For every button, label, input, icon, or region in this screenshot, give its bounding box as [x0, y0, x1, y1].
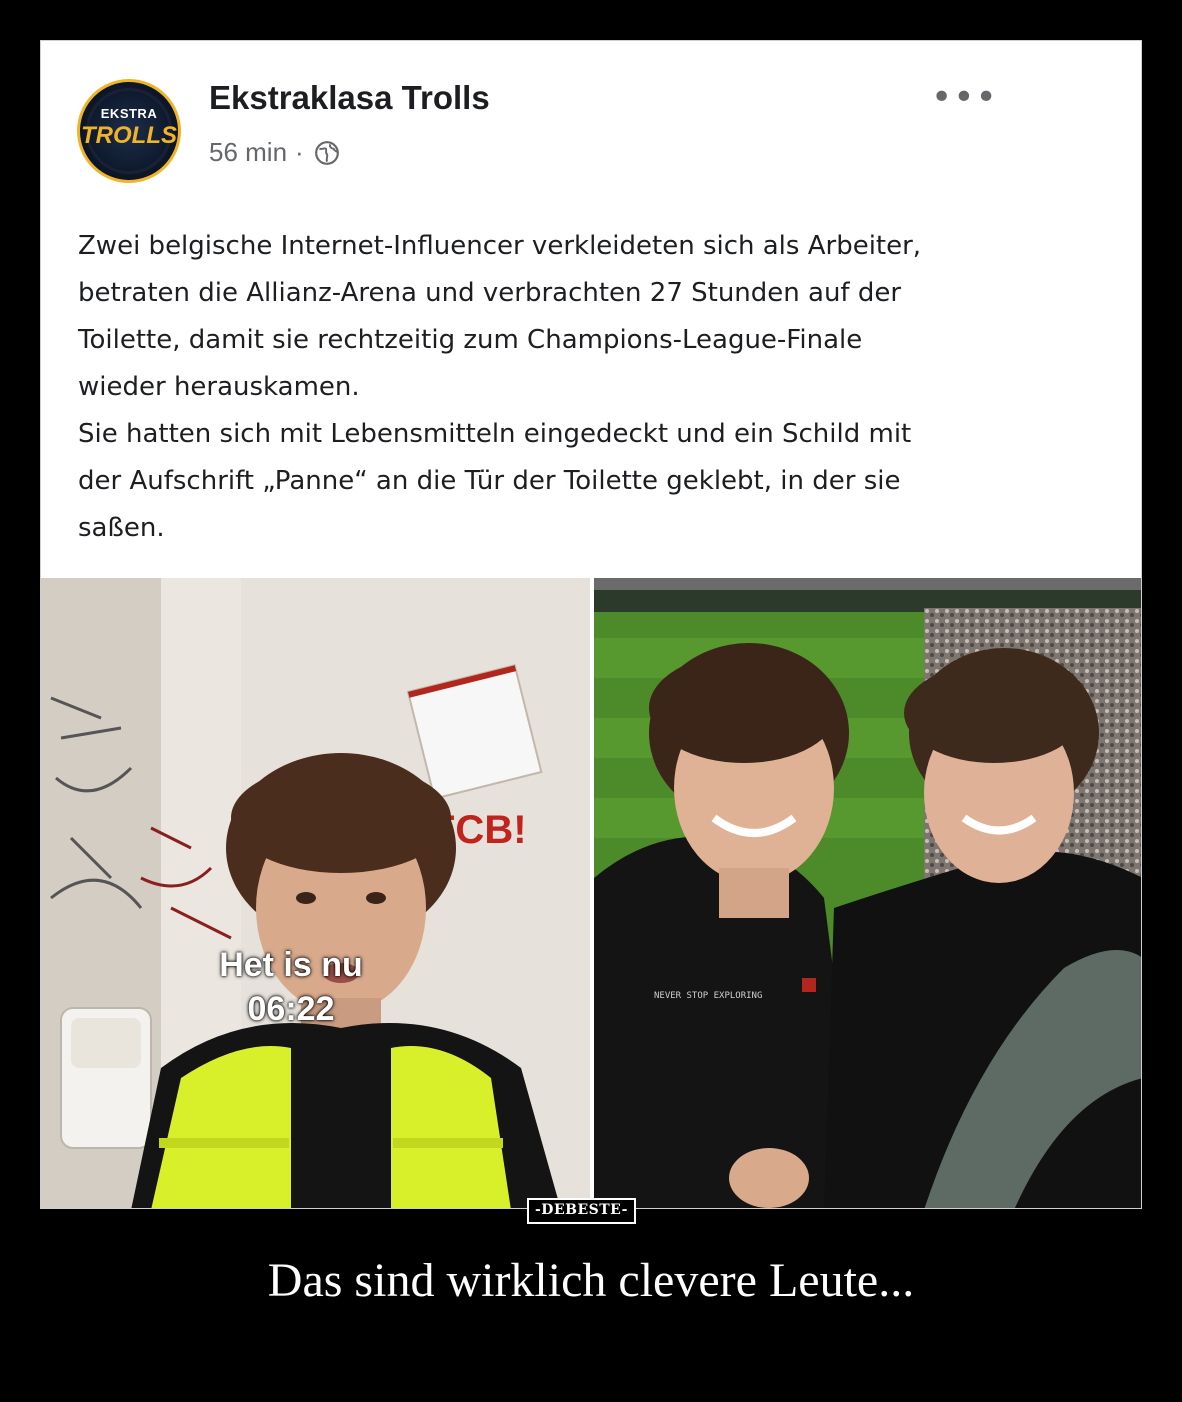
post-text-line: der Aufschrift „Panne“ an die Tür der To…	[78, 466, 901, 496]
video-overlay-caption: Het is nu 06:22	[161, 943, 421, 1031]
overlay-line-2: 06:22	[247, 990, 335, 1028]
avatar-logo-line1: EKSTRA	[100, 106, 158, 121]
page-avatar[interactable]: EKSTRA TROLLS	[77, 79, 181, 183]
photo-stadium-selfie[interactable]: NEVER STOP EXPLORING	[594, 578, 1141, 1208]
shirt-print-text: NEVER STOP EXPLORING	[654, 991, 762, 1001]
meme-caption: Das sind wirklich clevere Leute...	[267, 1254, 915, 1307]
globe-icon	[314, 140, 339, 165]
post-card: EKSTRA TROLLS Ekstraklasa Trolls 56 min …	[40, 40, 1142, 1209]
photo-toilet-selfie[interactable]: FCB! Het is nu 06:22	[41, 578, 590, 1208]
post-text-line: saßen.	[78, 513, 165, 543]
post-text: Zwei belgische Internet-Influencer verkl…	[78, 223, 1108, 552]
post-header: EKSTRA TROLLS Ekstraklasa Trolls 56 min …	[41, 41, 1141, 211]
site-watermark: -DEBESTE-	[527, 1198, 636, 1224]
post-text-line: Toilette, damit sie rechtzeitig zum Cham…	[78, 325, 863, 355]
post-text-line: Zwei belgische Internet-Influencer verkl…	[78, 231, 922, 261]
post-meta: 56 min ·	[209, 137, 340, 168]
toilet-scene-image: FCB!	[41, 578, 590, 1208]
post-text-line: Sie hatten sich mit Lebensmitteln einged…	[78, 419, 912, 449]
post-text-line: wieder herauskamen.	[78, 372, 360, 402]
more-options-button[interactable]: •••	[931, 77, 998, 118]
avatar-logo-line2: TROLLS	[81, 122, 177, 149]
overlay-line-1: Het is nu	[219, 946, 363, 984]
post-photos: FCB! Het is nu 06:22 NEVER STOP EXPLORIN…	[41, 578, 1141, 1208]
page-name-link[interactable]: Ekstraklasa Trolls	[209, 79, 490, 117]
post-timestamp[interactable]: 56 min	[209, 137, 287, 168]
meta-separator: ·	[295, 137, 304, 167]
post-text-line: betraten die Allianz-Arena und verbracht…	[78, 278, 902, 308]
stadium-scene-image: NEVER STOP EXPLORING	[594, 578, 1141, 1208]
